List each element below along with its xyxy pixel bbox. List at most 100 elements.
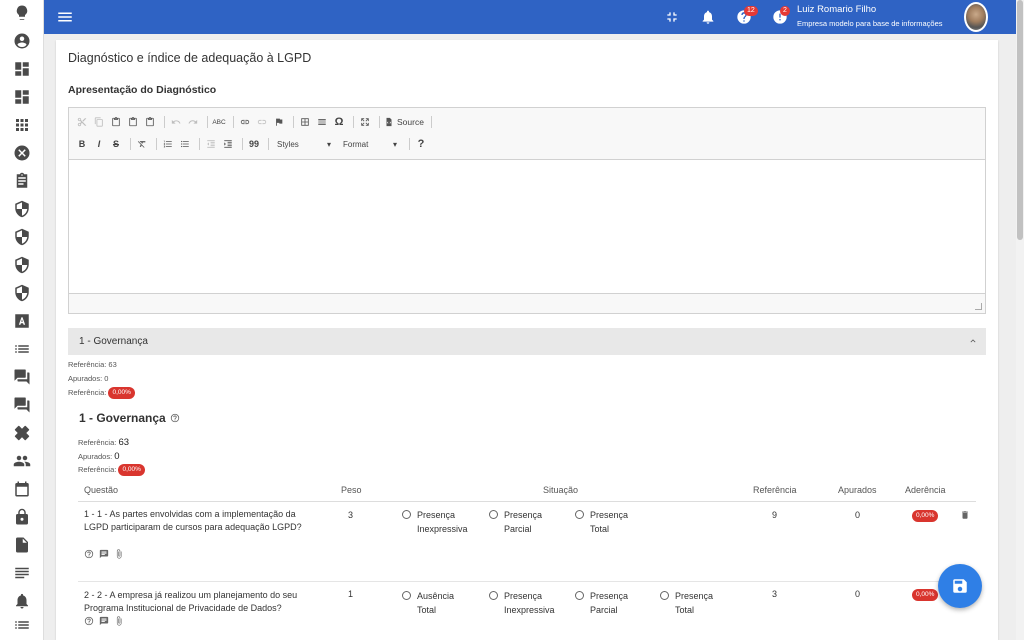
list-alt-icon[interactable] — [12, 615, 32, 635]
dashboard-icon[interactable] — [12, 59, 32, 79]
shield-icon[interactable] — [12, 283, 32, 303]
help-circle-icon[interactable] — [170, 413, 180, 423]
menu-icon[interactable] — [56, 8, 74, 26]
maximize-icon[interactable] — [358, 114, 372, 130]
styles-dropdown[interactable]: Styles ▾ — [273, 137, 335, 151]
radio-circle[interactable] — [660, 591, 669, 600]
paste-word-icon[interactable] — [143, 114, 157, 130]
option-radio[interactable]: Presença Parcial — [489, 508, 561, 536]
font-icon[interactable] — [12, 311, 32, 331]
scrollbar-thumb[interactable] — [1017, 0, 1023, 240]
fullscreen-exit-icon[interactable] — [664, 9, 680, 25]
format-dropdown[interactable]: Format ▾ — [339, 137, 401, 151]
radio-circle[interactable] — [575, 591, 584, 600]
save-button[interactable] — [938, 564, 982, 608]
unlink-icon[interactable] — [255, 114, 269, 130]
source-button[interactable]: Source — [384, 114, 424, 130]
attachment-icon[interactable] — [114, 549, 124, 559]
option-radio[interactable]: Ausência Total — [402, 589, 474, 617]
spellcheck-icon[interactable]: ABC — [212, 114, 226, 130]
shield-icon[interactable] — [12, 227, 32, 247]
editor-content-area[interactable] — [69, 159, 985, 294]
help-button[interactable]: ? — [414, 136, 428, 152]
save-icon — [953, 579, 967, 593]
referencia-value: 3 — [772, 589, 778, 599]
special-char-icon[interactable]: Ω — [332, 114, 346, 130]
redo-icon[interactable] — [186, 114, 200, 130]
indent-icon[interactable] — [221, 136, 235, 152]
attachment-icon[interactable] — [114, 616, 124, 626]
undo-icon[interactable] — [169, 114, 183, 130]
alarm-icon[interactable] — [12, 591, 32, 611]
numbered-list-icon[interactable] — [161, 136, 175, 152]
bulleted-list-icon[interactable] — [178, 136, 192, 152]
document-icon[interactable] — [12, 535, 32, 555]
bold-button[interactable]: B — [75, 136, 89, 152]
editor-toolbar-row-1: ABC Ω Source — [75, 113, 436, 131]
cut-icon[interactable] — [75, 114, 89, 130]
anchor-flag-icon[interactable] — [272, 114, 286, 130]
cancel-icon[interactable] — [12, 143, 32, 163]
page-scrollbar[interactable] — [1016, 0, 1024, 640]
option-radio[interactable]: Presença Parcial — [575, 589, 647, 617]
forum-icon[interactable] — [12, 367, 32, 387]
people-icon[interactable] — [12, 451, 32, 471]
help-notifications-icon[interactable]: 12 — [736, 6, 758, 25]
governance-accordion-header[interactable]: 1 - Governança — [68, 328, 986, 355]
toolbar-separator — [242, 138, 243, 150]
link-icon[interactable] — [238, 114, 252, 130]
detail-ref2-label: Referência: — [78, 464, 117, 474]
alert-notifications-icon[interactable]: 2 — [772, 6, 790, 25]
help-circle-icon[interactable] — [84, 616, 94, 626]
comment-icon[interactable] — [99, 549, 109, 559]
account-icon[interactable] — [12, 31, 32, 51]
help-circle-icon[interactable] — [84, 549, 94, 559]
calendar-icon[interactable] — [12, 479, 32, 499]
paste-icon[interactable] — [109, 114, 123, 130]
option-radio[interactable]: Presença Total — [575, 508, 647, 536]
radio-circle[interactable] — [575, 510, 584, 519]
outdent-icon[interactable] — [204, 136, 218, 152]
clear-format-icon[interactable] — [135, 136, 149, 152]
avatar[interactable] — [964, 2, 988, 32]
toolbar-separator — [156, 138, 157, 150]
forum-icon[interactable] — [12, 395, 32, 415]
lightbulb-icon[interactable] — [12, 3, 32, 23]
dashboard-alt-icon[interactable] — [12, 87, 32, 107]
option-radio[interactable]: Presença Inexpressiva — [402, 508, 474, 536]
detail-apurados: Apurados: 0 — [78, 451, 120, 462]
resize-handle-icon[interactable] — [975, 303, 982, 310]
option-radio[interactable]: Presença Inexpressiva — [489, 589, 561, 617]
radio-circle[interactable] — [402, 510, 411, 519]
comment-icon[interactable] — [99, 616, 109, 626]
shield-icon[interactable] — [12, 199, 32, 219]
lock-icon[interactable] — [12, 507, 32, 527]
healing-icon[interactable] — [12, 423, 32, 443]
list-icon[interactable] — [12, 339, 32, 359]
blockquote-button[interactable]: 99 — [247, 136, 261, 152]
clipboard-icon[interactable] — [12, 171, 32, 191]
user-company[interactable]: Empresa modelo para base de informações — [797, 19, 943, 28]
delete-icon[interactable] — [960, 510, 970, 520]
text-icon[interactable] — [12, 563, 32, 583]
questions-table-header: Questão Peso Situação Referência Apurado… — [78, 482, 976, 502]
shield-icon[interactable] — [12, 255, 32, 275]
apps-icon[interactable] — [12, 115, 32, 135]
copy-icon[interactable] — [92, 114, 106, 130]
radio-circle[interactable] — [489, 510, 498, 519]
row-actions — [84, 549, 124, 559]
toolbar-separator — [233, 116, 234, 128]
summary-referencia-pct: Referência: 0,00% — [68, 387, 135, 399]
strike-button[interactable]: S — [109, 136, 123, 152]
notifications-icon[interactable] — [700, 9, 716, 25]
user-name[interactable]: Luiz Romario Filho — [797, 4, 876, 15]
italic-button[interactable]: I — [92, 136, 106, 152]
radio-circle[interactable] — [402, 591, 411, 600]
horizontal-rule-icon[interactable] — [315, 114, 329, 130]
detail-referencia: Referência: 63 — [78, 437, 129, 448]
radio-circle[interactable] — [489, 591, 498, 600]
table-icon[interactable] — [298, 114, 312, 130]
option-radio[interactable]: Presença Total — [660, 589, 732, 617]
chevron-up-icon[interactable] — [968, 336, 978, 346]
paste-text-icon[interactable] — [126, 114, 140, 130]
